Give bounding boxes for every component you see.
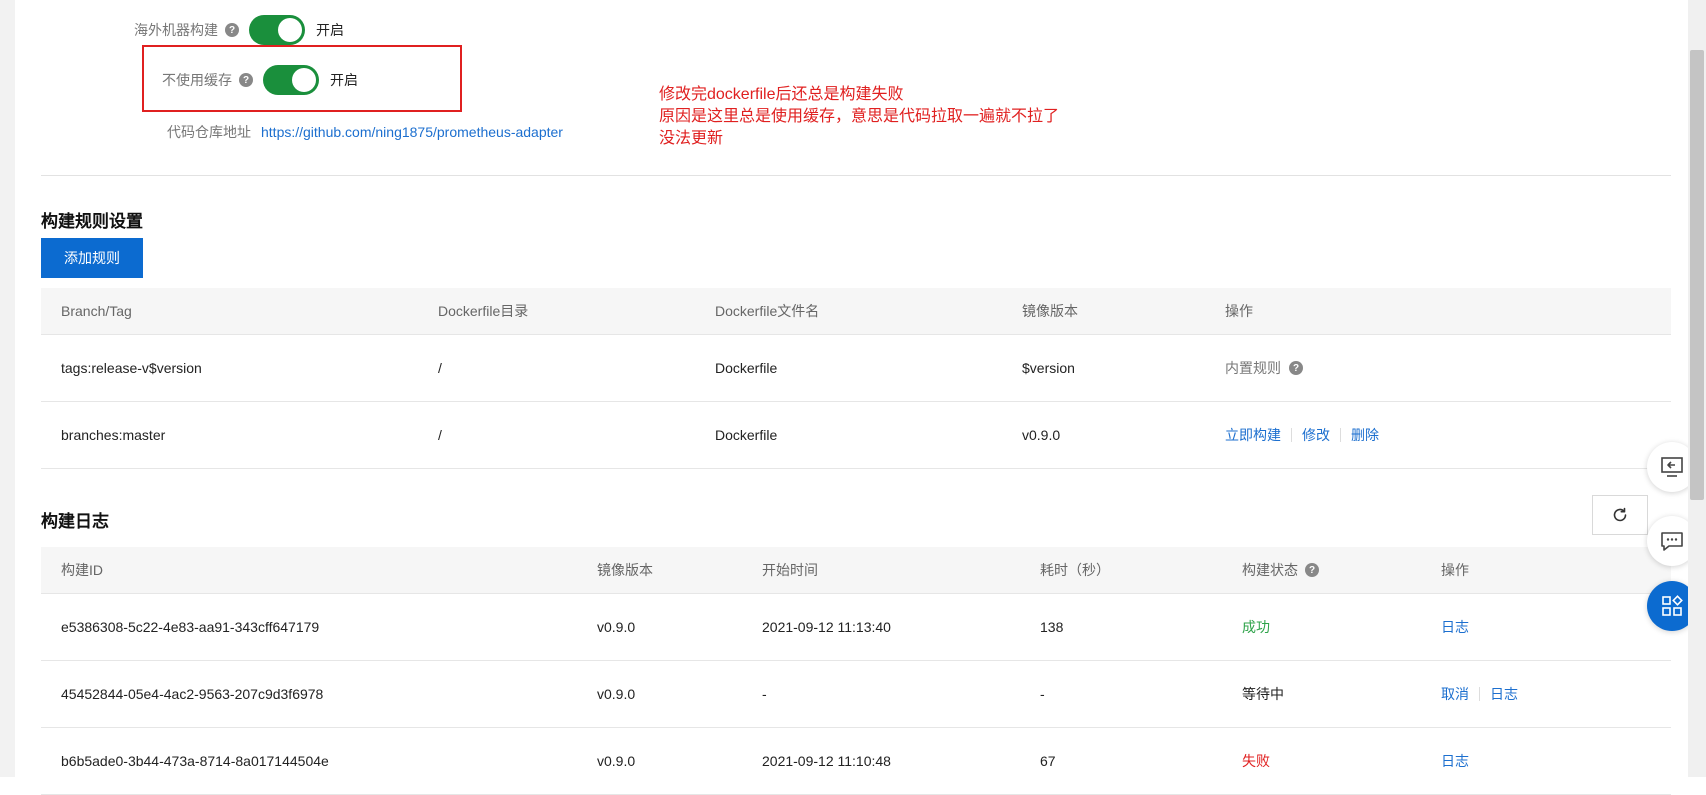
build-logs-table: 构建ID 镜像版本 开始时间 耗时（秒） 构建状态 ? 操作 e5386308-… — [41, 547, 1671, 795]
section-divider — [41, 175, 1671, 176]
start-time-cell: - — [762, 686, 767, 702]
builtin-rule-label: 内置规则 — [1225, 360, 1281, 376]
col-build-status: 构建状态 ? — [1242, 547, 1319, 593]
repo-row: 代码仓库地址 https://github.com/ning1875/prome… — [167, 117, 563, 147]
actions-cell: 取消 日志 — [1441, 661, 1518, 727]
status-badge: 失败 — [1242, 753, 1270, 769]
col-dockerfile-name: Dockerfile文件名 — [715, 303, 820, 319]
table-row: 45452844-05e4-4ac2-9563-207c9d3f6978 v0.… — [41, 661, 1671, 728]
overseas-build-row: 海外机器构建 ? 开启 — [134, 15, 344, 45]
left-gutter — [0, 0, 15, 777]
log-link[interactable]: 日志 — [1490, 684, 1518, 704]
cancel-link[interactable]: 取消 — [1441, 684, 1469, 704]
action-separator — [1340, 428, 1341, 442]
apps-icon — [1662, 595, 1683, 616]
branch-tag-cell: branches:master — [61, 427, 166, 443]
version-cell: v0.9.0 — [597, 619, 636, 635]
annotation-line: 原因是这里总是使用缓存，意思是代码拉取一遍就不拉了 — [659, 108, 1060, 125]
annotation-line: 没法更新 — [659, 130, 724, 147]
action-separator — [1291, 428, 1292, 442]
table-header: 构建ID 镜像版本 开始时间 耗时（秒） 构建状态 ? 操作 — [41, 547, 1671, 594]
annotation-note: 修改完dockerfile后还总是构建失败 原因是这里总是使用缓存，意思是代码拉… — [659, 84, 1059, 150]
table-header: Branch/Tag Dockerfile目录 Dockerfile文件名 镜像… — [41, 288, 1671, 335]
duration-cell: 67 — [1040, 753, 1056, 769]
col-start-time: 开始时间 — [762, 562, 818, 578]
version-cell: v0.9.0 — [597, 686, 636, 702]
status-badge: 成功 — [1242, 619, 1270, 635]
add-rule-button[interactable]: 添加规则 — [41, 238, 143, 278]
actions-cell: 立即构建 修改 删除 — [1225, 402, 1379, 468]
table-row: tags:release-v$version / Dockerfile $ver… — [41, 335, 1671, 402]
repo-link[interactable]: https://github.com/ning1875/prometheus-a… — [261, 124, 563, 140]
build-status-header-label: 构建状态 — [1242, 562, 1298, 578]
log-link[interactable]: 日志 — [1441, 617, 1469, 637]
help-icon[interactable]: ? — [225, 23, 239, 37]
annotation-line: 修改完dockerfile后还总是构建失败 — [659, 86, 904, 103]
actions-cell: 日志 — [1441, 728, 1469, 794]
duration-cell: 138 — [1040, 619, 1064, 635]
filename-cell: Dockerfile — [715, 360, 778, 376]
col-dockerfile-dir: Dockerfile目录 — [438, 303, 529, 319]
actions-cell: 日志 — [1441, 594, 1469, 660]
delete-link[interactable]: 删除 — [1351, 425, 1379, 445]
table-row: branches:master / Dockerfile v0.9.0 立即构建… — [41, 402, 1671, 469]
table-row: b6b5ade0-3b44-473a-8714-8a017144504e v0.… — [41, 728, 1671, 795]
highlight-box — [142, 45, 462, 112]
version-cell: v0.9.0 — [597, 753, 636, 769]
build-rules-table: Branch/Tag Dockerfile目录 Dockerfile文件名 镜像… — [41, 288, 1671, 469]
build-now-link[interactable]: 立即构建 — [1225, 425, 1281, 445]
col-image-version: 镜像版本 — [1022, 303, 1078, 319]
version-cell: v0.9.0 — [1022, 427, 1061, 443]
build-logs-title: 构建日志 — [41, 512, 109, 531]
help-icon[interactable]: ? — [1289, 361, 1303, 375]
branch-tag-cell: tags:release-v$version — [61, 360, 202, 376]
dir-cell: / — [438, 427, 442, 443]
start-time-cell: 2021-09-12 11:13:40 — [762, 619, 891, 635]
build-id-cell: 45452844-05e4-4ac2-9563-207c9d3f6978 — [61, 686, 324, 702]
filename-cell: Dockerfile — [715, 427, 778, 443]
version-cell: $version — [1022, 360, 1075, 376]
repo-label: 代码仓库地址 — [167, 124, 251, 140]
scrollbar-thumb[interactable] — [1690, 50, 1704, 500]
help-icon[interactable]: ? — [1305, 563, 1319, 577]
edit-link[interactable]: 修改 — [1302, 425, 1330, 445]
action-separator — [1479, 687, 1480, 701]
col-actions: 操作 — [1225, 303, 1253, 319]
col-branch-tag: Branch/Tag — [61, 303, 132, 319]
actions-cell: 内置规则 ? — [1225, 335, 1303, 401]
col-image-version: 镜像版本 — [597, 562, 653, 578]
build-id-cell: b6b5ade0-3b44-473a-8714-8a017144504e — [61, 753, 329, 769]
page-content: 海外机器构建 ? 开启 不使用缓存 ? 开启 代码仓库地址 https://gi… — [15, 0, 1686, 795]
log-link[interactable]: 日志 — [1441, 751, 1469, 771]
overseas-build-state: 开启 — [316, 22, 344, 38]
col-actions: 操作 — [1441, 562, 1469, 578]
col-duration: 耗时（秒） — [1040, 562, 1110, 578]
build-id-cell: e5386308-5c22-4e83-aa91-343cff647179 — [61, 619, 320, 635]
overseas-build-toggle[interactable] — [249, 15, 305, 45]
status-badge: 等待中 — [1242, 686, 1284, 702]
overseas-build-label: 海外机器构建 — [134, 22, 218, 38]
start-time-cell: 2021-09-12 11:10:48 — [762, 753, 891, 769]
chat-icon — [1661, 532, 1683, 551]
screen-icon — [1661, 457, 1683, 477]
table-row: e5386308-5c22-4e83-aa91-343cff647179 v0.… — [41, 594, 1671, 661]
refresh-button[interactable] — [1592, 495, 1648, 535]
refresh-icon — [1613, 507, 1627, 522]
build-rules-title: 构建规则设置 — [41, 212, 143, 231]
toggle-knob — [278, 18, 302, 42]
duration-cell: - — [1040, 686, 1045, 702]
col-build-id: 构建ID — [61, 562, 103, 578]
dir-cell: / — [438, 360, 442, 376]
